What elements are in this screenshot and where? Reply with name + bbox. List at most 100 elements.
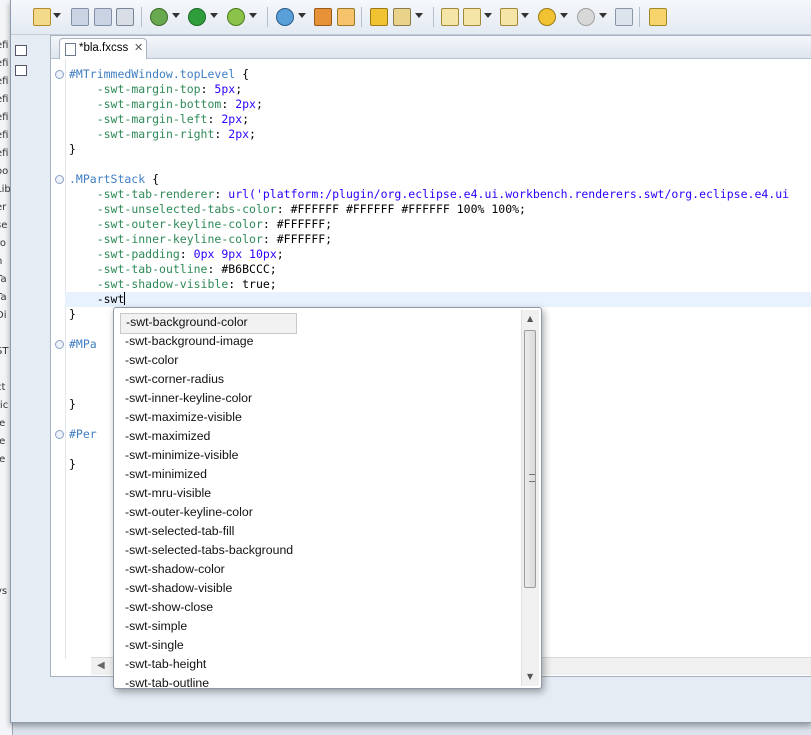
search-icon[interactable] [393, 8, 411, 26]
completion-item[interactable]: -swt-simple [120, 617, 305, 636]
new-java-project-icon[interactable] [276, 8, 294, 26]
code-token: } [69, 307, 76, 321]
external-tools-dropdown-icon[interactable] [249, 13, 257, 18]
completion-item[interactable]: -swt-tab-height [120, 655, 305, 674]
code-line: -swt [69, 292, 126, 307]
completion-item[interactable]: -swt-color [120, 351, 305, 370]
completion-item[interactable]: -swt-background-color [120, 313, 297, 334]
scroll-left-icon[interactable]: ◀ [97, 660, 105, 671]
completion-item[interactable]: -swt-shadow-visible [120, 579, 305, 598]
debug-icon[interactable] [150, 8, 168, 26]
run-icon[interactable] [188, 8, 206, 26]
code-token: #Per [69, 427, 97, 441]
scroll-down-icon[interactable]: ▼ [527, 672, 533, 681]
background-text-fragment: se [0, 220, 8, 231]
completion-item[interactable]: -swt-minimize-visible [120, 446, 305, 465]
completion-item[interactable]: -swt-inner-keyline-color [120, 389, 305, 408]
background-text-fragment: ct [0, 382, 6, 393]
new-package-icon[interactable] [314, 8, 332, 26]
code-token: -swt-padding [96, 247, 180, 261]
code-token: { [235, 67, 250, 81]
code-token: -swt-margin-top [96, 82, 201, 96]
code-line: } [69, 307, 76, 322]
completion-item[interactable]: -swt-tab-outline [120, 674, 305, 688]
new-class-icon[interactable] [337, 8, 355, 26]
vertical-ruler [51, 59, 66, 659]
run-dropdown-icon[interactable] [210, 13, 218, 18]
prev-edit-dropdown-icon[interactable] [521, 13, 529, 18]
editor-tab[interactable]: *bla.fxcss ✕ [59, 38, 147, 59]
close-icon[interactable]: ✕ [134, 41, 143, 54]
background-text-fragment: oo [0, 166, 9, 177]
background-text-fragment: tic [0, 400, 9, 411]
next-annotation-dropdown-icon[interactable] [484, 13, 492, 18]
code-token: 5px [214, 82, 236, 96]
completion-item[interactable]: -swt-corner-radius [120, 370, 305, 389]
background-text-fragment: efi [0, 40, 9, 51]
status-area [11, 698, 811, 722]
fold-toggle-icon[interactable] [55, 175, 64, 184]
completion-item[interactable]: -swt-selected-tabs-background [120, 541, 305, 560]
save-icon[interactable] [71, 8, 89, 26]
completion-item[interactable]: -swt-background-image [120, 332, 305, 351]
code-token: : #FFFFFF; [262, 217, 333, 231]
completion-item[interactable]: -swt-minimized [120, 465, 305, 484]
restore-icon[interactable] [15, 45, 27, 56]
new-dropdown-icon[interactable] [53, 13, 61, 18]
new-icon[interactable] [33, 8, 51, 26]
wand-icon[interactable] [649, 8, 667, 26]
completion-item[interactable]: -swt-single [120, 636, 305, 655]
code-line: -swt-outer-keyline-color: #FFFFFF; [69, 217, 332, 232]
code-token: : [214, 187, 229, 201]
background-text-fragment: .e [0, 418, 5, 429]
completion-item[interactable]: -swt-selected-tab-fill [120, 522, 305, 541]
fold-toggle-icon[interactable] [55, 430, 64, 439]
vertical-scrollbar[interactable]: ▲ ▼ [521, 310, 539, 686]
code-line: -swt-margin-bottom: 2px; [69, 97, 263, 112]
background-text-fragment: vs [0, 586, 8, 597]
minimized-view-strip [11, 35, 29, 715]
new-java-dropdown-icon[interactable] [298, 13, 306, 18]
current-line-highlight [65, 292, 811, 307]
back-dropdown-icon[interactable] [560, 13, 568, 18]
forward-dropdown-icon[interactable] [599, 13, 607, 18]
search-dropdown-icon[interactable] [415, 13, 423, 18]
code-token: } [69, 397, 76, 411]
completion-item[interactable]: -swt-shadow-color [120, 560, 305, 579]
code-token: ; [242, 112, 250, 126]
external-tools-icon[interactable] [227, 8, 245, 26]
prev-edit-icon[interactable] [500, 8, 518, 26]
open-folder-icon[interactable] [370, 8, 388, 26]
debug-dropdown-icon[interactable] [172, 13, 180, 18]
scrollbar-thumb[interactable] [524, 330, 536, 588]
code-token: -swt-unselected-tabs-color [96, 202, 277, 216]
editor-tab-label: *bla.fxcss [79, 42, 129, 54]
scroll-up-icon[interactable]: ▲ [527, 314, 533, 323]
back-icon[interactable] [538, 8, 556, 26]
completion-item[interactable]: -swt-show-close [120, 598, 305, 617]
save-all-icon[interactable] [94, 8, 112, 26]
next-annotation-icon[interactable] [463, 8, 481, 26]
completion-item[interactable]: -swt-maximize-visible [120, 408, 305, 427]
code-token: ; [235, 82, 243, 96]
completion-item[interactable]: -swt-mru-visible [120, 484, 305, 503]
pin-editor-icon[interactable] [615, 8, 633, 26]
code-line: -swt-tab-renderer: url('platform:/plugin… [69, 187, 789, 202]
code-line: } [69, 457, 76, 472]
completion-list[interactable]: -swt-background-color -swt-background-ima… [114, 308, 519, 688]
fold-toggle-icon[interactable] [55, 70, 64, 79]
completion-item[interactable]: -swt-maximized [120, 427, 305, 446]
fold-toggle-icon[interactable] [55, 340, 64, 349]
code-token: -swt-margin-right [96, 127, 215, 141]
outline-view-icon[interactable] [15, 65, 27, 76]
background-text-fragment: Ta [0, 292, 7, 303]
completion-item[interactable]: -swt-outer-keyline-color [120, 503, 305, 522]
forward-icon[interactable] [577, 8, 595, 26]
code-token: -swt-outer-keyline-color [96, 217, 263, 231]
print-icon[interactable] [116, 8, 134, 26]
prev-annotation-icon[interactable] [441, 8, 459, 26]
